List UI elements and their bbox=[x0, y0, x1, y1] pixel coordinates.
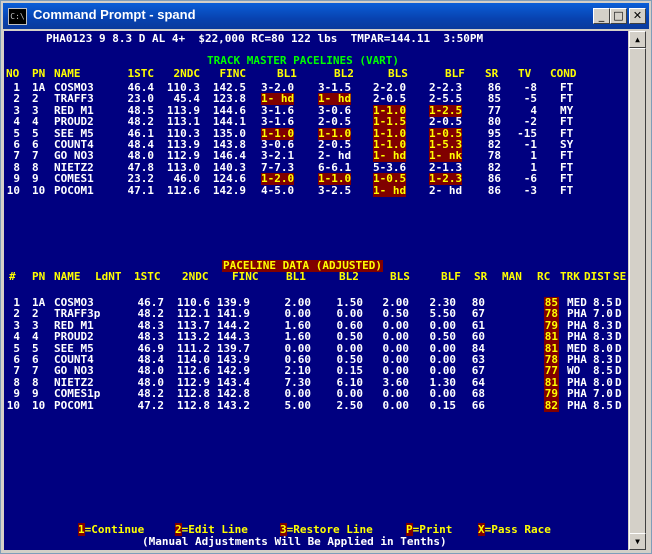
track-master-title: TRACK MASTER PACELINES (VART) bbox=[207, 54, 400, 67]
pl-cell-fin: 143.2 bbox=[216, 398, 250, 412]
track-master-col-header: NO bbox=[6, 67, 20, 80]
track-master-col-header: FINC bbox=[219, 67, 247, 80]
pl-cell-bls: 0.00 bbox=[382, 398, 410, 412]
scroll-down-arrow-icon[interactable]: ▼ bbox=[629, 533, 646, 550]
command-key: 1 bbox=[78, 523, 85, 536]
command-label: =Continue bbox=[84, 523, 145, 536]
pl-cell-c2: 112.8 bbox=[176, 398, 210, 412]
tm-cell-pn: 10 bbox=[32, 183, 46, 197]
paceline-col-header: DIST bbox=[584, 270, 611, 283]
pl-cell-name: POCOM1 bbox=[54, 398, 94, 412]
paceline-row[interactable]: 6 6 COUNT4 48.4 114.0 143.9 0.60 0.50 0.00 0.00 63… bbox=[4, 354, 628, 366]
tm-cell-c2: 112.6 bbox=[166, 183, 200, 197]
paceline-col-header: NAME bbox=[54, 270, 81, 283]
minimize-button[interactable]: _ bbox=[593, 8, 610, 24]
paceline-row[interactable]: 10 10 POCOM1 47.2 112.8 143.2 5.00 2.50 0.00 0.15… bbox=[4, 398, 628, 412]
paceline-col-header: 1STC bbox=[134, 270, 161, 283]
track-master-col-header: PN bbox=[32, 67, 46, 80]
tm-cell-no: 10 bbox=[6, 183, 20, 197]
paceline-col-header: FINC bbox=[232, 270, 259, 283]
track-master-col-header: NAME bbox=[54, 67, 81, 80]
pl-cell-se: D bbox=[615, 398, 622, 412]
pl-cell-bl2: 2.50 bbox=[336, 398, 364, 412]
paceline-col-header: PN bbox=[32, 270, 46, 283]
pl-cell-dist: 8.5 bbox=[593, 398, 613, 412]
track-master-col-header: 2NDC bbox=[173, 67, 201, 80]
track-master-header: NO PN NAME 1STC 2NDC FINC BL1 BL2 BLS BLF SR TV COND bbox=[4, 68, 628, 80]
scroll-thumb[interactable] bbox=[629, 48, 646, 534]
pl-cell-no: 10 bbox=[6, 398, 20, 412]
tm-cell-blf: 2- hd bbox=[429, 183, 463, 197]
pl-cell-c1: 47.2 bbox=[137, 398, 165, 412]
tm-cell-bls: 1- hd bbox=[373, 183, 407, 197]
track-master-col-header: BL1 bbox=[277, 67, 297, 80]
pl-cell-pn: 10 bbox=[32, 398, 46, 412]
scroll-up-arrow-icon[interactable]: ▲ bbox=[629, 31, 646, 48]
tm-cell-name: POCOM1 bbox=[54, 183, 94, 197]
pl-cell-blf: 0.15 bbox=[429, 398, 457, 412]
command-key: X bbox=[478, 523, 485, 536]
command-label: =Pass Race bbox=[484, 523, 551, 536]
paceline-col-header: 2NDC bbox=[182, 270, 209, 283]
track-master-col-header: SR bbox=[485, 67, 499, 80]
track-master-row[interactable]: 10 10 POCOM1 47.1 112.6 142.9 4-5.0 3-2.5 1- hd 2… bbox=[4, 183, 628, 197]
paceline-row[interactable]: 4 4 PROUD2 48.3 113.2 144.3 1.60 0.50 0.00 0.50 60… bbox=[4, 331, 628, 344]
paceline-header: # PN NAME LdNT 1STC 2NDC FINC BL1 BL2 BLS BLF SR MAN… bbox=[4, 271, 628, 283]
close-button[interactable]: ✕ bbox=[629, 8, 646, 24]
paceline-row[interactable]: 7 7 GO NO3 48.0 112.6 142.9 2.10 0.15 0.00 0.00 67… bbox=[4, 365, 628, 378]
window-title: Command Prompt - spand bbox=[33, 7, 196, 22]
pl-cell-sr: 66 bbox=[471, 398, 485, 412]
maximize-button[interactable]: □ bbox=[610, 8, 627, 24]
paceline-col-header: LdNT bbox=[95, 270, 122, 283]
track-master-col-header: COND bbox=[550, 67, 577, 80]
title-bar[interactable]: C:\ Command Prompt - spand _ □ ✕ bbox=[3, 3, 649, 29]
command-option[interactable]: 1=Continue bbox=[78, 523, 145, 536]
paceline-row[interactable]: 5 5 SEE M5 46.9 111.2 139.7 0.00 0.00 0.00 0.00 84… bbox=[4, 342, 628, 355]
paceline-col-header: SE bbox=[613, 270, 627, 283]
console-app-icon[interactable]: C:\ bbox=[8, 8, 27, 25]
track-master-col-header: 1STC bbox=[127, 67, 155, 80]
paceline-row[interactable]: 2 2 TRAFF3p 48.2 112.1 141.9 0.00 0.00 0.50 5.50 6… bbox=[4, 308, 628, 321]
paceline-row[interactable]: 9 9 COMES1p 48.2 112.8 142.8 0.00 0.00 0.00 0.00 6… bbox=[4, 388, 628, 401]
paceline-col-header: SR bbox=[474, 270, 488, 283]
track-master-col-header: BL2 bbox=[334, 67, 354, 80]
tm-cell-c1: 47.1 bbox=[127, 183, 155, 197]
paceline-col-header: BL2 bbox=[339, 270, 359, 283]
paceline-col-header: MAN bbox=[502, 270, 522, 283]
pl-cell-bl1: 5.00 bbox=[284, 398, 312, 412]
paceline-col-header: # bbox=[9, 270, 16, 283]
tm-cell-tv: -3 bbox=[523, 183, 537, 197]
vertical-scrollbar[interactable]: ▲ ▼ bbox=[629, 31, 646, 550]
pl-cell-trk: PHA bbox=[567, 398, 587, 412]
tm-cell-cond: FT bbox=[560, 183, 574, 197]
track-master-col-header: BLS bbox=[388, 67, 408, 80]
tm-cell-sr: 86 bbox=[487, 183, 501, 197]
tm-cell-bl1: 4-5.0 bbox=[261, 183, 295, 197]
paceline-col-header: BLF bbox=[441, 270, 461, 283]
paceline-col-header: RC bbox=[537, 270, 551, 283]
tm-cell-bl2: 3-2.5 bbox=[318, 183, 352, 197]
pl-cell-rc: 82 bbox=[543, 398, 559, 412]
footer-note: (Manual Adjustments Will Be Applied in T… bbox=[142, 535, 447, 548]
paceline-col-header: BL1 bbox=[286, 270, 306, 283]
race-header-line: PHA0123 9 8.3 D AL 4+ $22,000 RC=80 122 … bbox=[46, 32, 484, 45]
track-master-col-header: TV bbox=[518, 67, 532, 80]
tm-cell-fin: 142.9 bbox=[212, 183, 246, 197]
paceline-col-header: TRK bbox=[560, 270, 580, 283]
paceline-row[interactable]: 3 3 RED M1 48.3 113.7 144.2 1.60 0.60 0.00 0.00 61… bbox=[4, 319, 628, 332]
track-master-col-header: BLF bbox=[445, 67, 465, 80]
paceline-col-header: BLS bbox=[390, 270, 410, 283]
command-prompt-window: C:\ Command Prompt - spand _ □ ✕ PHA0123… bbox=[0, 0, 652, 554]
console-screen[interactable]: PHA0123 9 8.3 D AL 4+ $22,000 RC=80 122 … bbox=[4, 31, 628, 550]
command-option[interactable]: X=Pass Race bbox=[478, 523, 551, 536]
